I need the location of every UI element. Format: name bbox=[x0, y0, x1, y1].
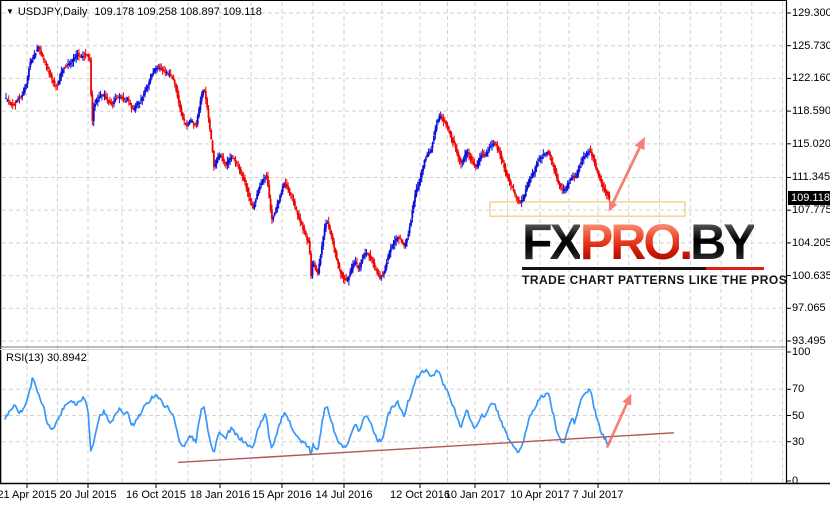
rsi-indicator-label: RSI(13) 30.8942 bbox=[6, 352, 87, 364]
date-axis-label: 16 Oct 2015 bbox=[126, 489, 186, 501]
logo-underline bbox=[522, 267, 764, 270]
rsi-signal-arrow[interactable] bbox=[605, 393, 632, 449]
logo-tagline: TRADE CHART PATTERNS LIKE THE PROS bbox=[522, 273, 788, 287]
price-axis-label: 122.160 bbox=[792, 72, 830, 85]
date-axis-label: 21 Apr 2015 bbox=[0, 489, 57, 501]
ohlc-values: 109.178 109.258 108.897 109.118 bbox=[94, 6, 262, 18]
price-axis-label: 111.345 bbox=[792, 171, 830, 184]
logo-fx: FX bbox=[522, 214, 583, 270]
symbol-ohlc-header: ▼ USDJPY,Daily 109.178 109.258 108.897 109… bbox=[6, 5, 262, 19]
date-axis-label: 15 Apr 2016 bbox=[252, 489, 312, 501]
rsi-axis-label: 0 bbox=[792, 475, 799, 487]
logo-dot: . bbox=[679, 214, 693, 270]
rsi-axis-label: 100 bbox=[792, 346, 811, 358]
logo-by: BY bbox=[690, 214, 756, 270]
chevron-down-icon[interactable]: ▼ bbox=[6, 7, 14, 16]
date-axis-label: 20 Jul 2015 bbox=[59, 489, 117, 501]
price-forecast-arrow[interactable] bbox=[608, 136, 645, 212]
date-axis-label: 18 Jan 2016 bbox=[189, 489, 251, 501]
fxpro-watermark: FX PRO. BY TRADE CHART PATTERNS LIKE THE P… bbox=[522, 214, 788, 287]
rsi-axis-label: 30 bbox=[792, 435, 805, 448]
price-axis-label: 100.635 bbox=[792, 269, 830, 282]
date-axis-label: 12 Oct 2016 bbox=[390, 489, 450, 501]
price-axis-label: 129.300 bbox=[792, 7, 830, 19]
price-axis-label: 104.205 bbox=[792, 236, 830, 249]
metatrader-chart-window: ▼ USDJPY,Daily 109.178 109.258 108.897 109… bbox=[0, 0, 830, 508]
fxpro-logo-text: FX PRO. BY bbox=[522, 214, 764, 270]
current-price-badge: 109.118 bbox=[788, 191, 830, 205]
rsi-axis-label: 50 bbox=[792, 409, 805, 422]
candlestick-series[interactable] bbox=[5, 44, 611, 286]
price-axis-label: 97.065 bbox=[792, 302, 826, 315]
logo-pro: PRO bbox=[579, 214, 682, 270]
rsi-axis-label: 70 bbox=[792, 383, 805, 396]
date-axis-label: 14 Jul 2016 bbox=[315, 489, 373, 501]
symbol-period-label: USDJPY,Daily bbox=[17, 6, 88, 18]
price-axis-label: 107.775 bbox=[792, 204, 830, 217]
price-axis-label: 118.590 bbox=[792, 105, 830, 118]
date-axis-label: 10 Jan 2017 bbox=[444, 489, 506, 501]
price-axis-label: 115.020 bbox=[792, 137, 830, 150]
date-axis-label: 7 Jul 2017 bbox=[572, 489, 624, 501]
date-axis-label: 10 Apr 2017 bbox=[510, 489, 570, 501]
price-axis-label: 125.730 bbox=[792, 39, 830, 52]
